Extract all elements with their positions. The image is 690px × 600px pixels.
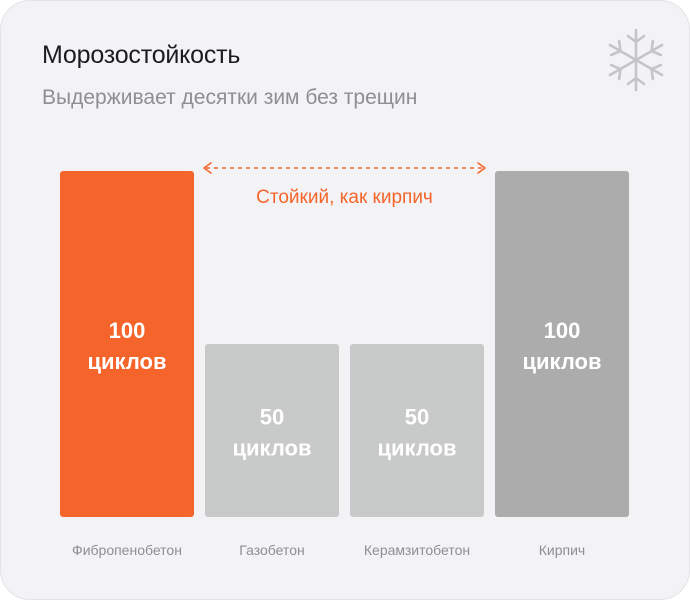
category-label-3: Кирпич: [539, 542, 585, 558]
bar-0: [60, 171, 194, 517]
bar-value-label-1-1: циклов: [233, 436, 312, 461]
bar-value-label-0-1: циклов: [88, 349, 167, 374]
category-label-1: Газобетон: [239, 542, 304, 558]
category-label-0: Фибропенобетон: [72, 542, 182, 558]
bar-chart: 100 циклов Фибропенобетон 50 циклов Газобетон…: [60, 162, 629, 558]
bar-3: [495, 171, 629, 517]
bar-value-label-2-1: циклов: [378, 436, 457, 461]
bar-value-label-0-0: 100: [109, 318, 146, 343]
bar-1: [205, 344, 339, 517]
bar-value-label-2-0: 50: [405, 405, 429, 430]
bar-2: [350, 344, 484, 517]
annotation-text: Стойкий, как кирпич: [256, 187, 433, 208]
bar-value-label-1-0: 50: [260, 405, 284, 430]
bar-value-label-3-1: циклов: [523, 349, 602, 374]
bar-value-label-3-0: 100: [544, 318, 581, 343]
category-label-2: Керамзитобетон: [364, 542, 470, 558]
